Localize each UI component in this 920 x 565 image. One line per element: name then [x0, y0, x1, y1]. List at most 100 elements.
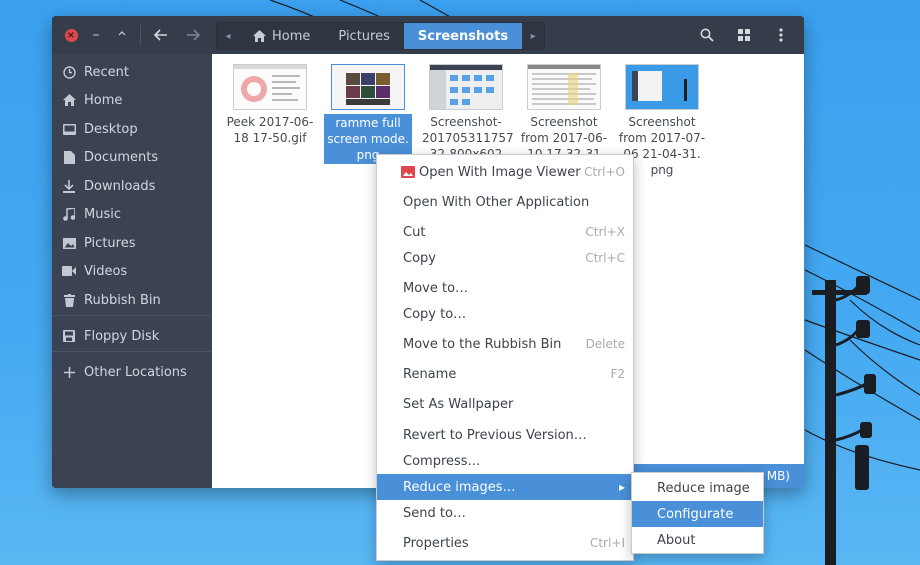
submenu-item-reduce-image[interactable]: Reduce image: [632, 475, 763, 501]
menu-item-open-with-other-application[interactable]: Open With Other Application: [377, 189, 633, 215]
sidebar-item-rubbish-bin[interactable]: Rubbish Bin: [52, 289, 212, 311]
crumb-label: Home: [272, 28, 311, 44]
menu-item-properties[interactable]: Properties Ctrl+I: [377, 530, 633, 556]
file-name-line: 201705311757: [422, 131, 514, 145]
path-scroll-left[interactable]: ◂: [217, 23, 239, 49]
desktop-icon: [62, 122, 76, 136]
file-thumbnail: [331, 64, 405, 110]
menu-item-compress[interactable]: Compress…: [377, 448, 633, 474]
file-name-line: Screenshot: [628, 115, 696, 129]
file-item[interactable]: Screenshot from 2017-06- 10 17-32-31: [520, 64, 608, 162]
crumb-home[interactable]: Home: [239, 23, 324, 49]
file-name-line: 18 17-50.gif: [233, 131, 307, 145]
file-item-selected[interactable]: ramme full screen mode. png: [324, 64, 412, 164]
menu-item-label: Open With Image Viewer: [419, 164, 581, 180]
sidebar-item-label: Videos: [84, 263, 128, 279]
home-icon: [62, 93, 76, 107]
submenu-item-configurate[interactable]: Configurate: [632, 501, 763, 527]
submenu-item-label: Reduce image: [657, 480, 750, 496]
file-thumbnail: [233, 64, 307, 110]
submenu-item-about[interactable]: About: [632, 527, 763, 553]
sidebar-item-other-locations[interactable]: Other Locations: [52, 361, 212, 383]
file-name-line: from 2017-06-: [520, 131, 608, 145]
floppy-icon: [62, 329, 76, 343]
menu-item-label: Reduce images…: [403, 479, 516, 495]
menu-item-reduce-images[interactable]: Reduce images… ▸: [377, 474, 633, 500]
sidebar-item-pictures[interactable]: Pictures: [52, 232, 212, 254]
close-button[interactable]: ×: [60, 24, 82, 46]
file-name-line: from 2017-07-: [618, 131, 706, 145]
trash-icon: [62, 293, 76, 307]
menu-button[interactable]: [770, 24, 792, 46]
menu-item-accel: F2: [610, 367, 625, 381]
sidebar-item-desktop[interactable]: Desktop: [52, 118, 212, 140]
menu-item-rename[interactable]: Rename F2: [377, 361, 633, 387]
sidebar-divider: [52, 351, 212, 352]
music-icon: [62, 207, 76, 221]
menu-item-move-to-rubbish-bin[interactable]: Move to the Rubbish Bin Delete: [377, 331, 633, 357]
maximize-button[interactable]: [111, 24, 133, 46]
sidebar-item-recent[interactable]: Recent: [52, 61, 212, 83]
file-thumbnail: [625, 64, 699, 110]
sidebar-item-floppy-disk[interactable]: Floppy Disk: [52, 325, 212, 347]
file-name-line: Peek 2017-06-: [226, 115, 314, 129]
forward-button[interactable]: [182, 24, 204, 46]
pathbar: ◂ Home Pictures Screenshots ▸: [216, 22, 546, 50]
crumb-screenshots[interactable]: Screenshots: [403, 23, 523, 49]
download-icon: [62, 179, 76, 193]
menu-item-cut[interactable]: Cut Ctrl+X: [377, 219, 633, 245]
path-scroll-right[interactable]: ▸: [522, 23, 544, 49]
file-item[interactable]: Screenshot- 201705311757 32-800x602: [422, 64, 514, 162]
maximize-icon: [118, 31, 126, 36]
image-viewer-icon: [401, 166, 415, 178]
menu-item-label: Copy to…: [403, 306, 467, 322]
menu-item-send-to[interactable]: Send to…: [377, 500, 633, 526]
sidebar-item-downloads[interactable]: Downloads: [52, 175, 212, 197]
menu-item-copy-to[interactable]: Copy to…: [377, 301, 633, 327]
menu-item-move-to[interactable]: Move to…: [377, 275, 633, 301]
search-button[interactable]: [696, 24, 718, 46]
view-grid-button[interactable]: [733, 24, 755, 46]
file-name-line: ramme full: [335, 116, 401, 130]
menu-item-accel: Ctrl+C: [585, 251, 625, 265]
menu-item-label: Send to…: [403, 505, 466, 521]
sidebar-item-home[interactable]: Home: [52, 89, 212, 111]
menu-item-label: Open With Other Application: [403, 194, 590, 210]
sidebar-item-label: Documents: [84, 149, 159, 165]
status-text: MB): [766, 469, 790, 483]
sidebar-item-documents[interactable]: Documents: [52, 146, 212, 168]
sidebar-item-music[interactable]: Music: [52, 203, 212, 225]
crumb-label: Screenshots: [417, 28, 509, 44]
menu-item-label: Copy: [403, 250, 436, 266]
file-name: Peek 2017-06- 18 17-50.gif: [226, 114, 314, 146]
menu-item-label: Cut: [403, 224, 426, 240]
menu-item-revert-to-previous-version[interactable]: Revert to Previous Version…: [377, 422, 633, 448]
sidebar-item-label: Music: [84, 206, 121, 222]
grid-icon: [738, 29, 750, 41]
chevron-right-icon: ▸: [530, 30, 536, 42]
back-button[interactable]: [150, 24, 172, 46]
crumb-pictures[interactable]: Pictures: [324, 23, 403, 49]
clock-icon: [62, 65, 76, 79]
menu-item-open-with-image-viewer[interactable]: Open With Image Viewer Ctrl+O: [377, 159, 633, 185]
sidebar-item-label: Floppy Disk: [84, 328, 160, 344]
search-icon: [700, 28, 714, 42]
file-item[interactable]: Peek 2017-06- 18 17-50.gif: [226, 64, 314, 146]
chevron-left-icon: ◂: [225, 30, 231, 42]
sidebar-item-label: Recent: [84, 64, 129, 80]
sidebar: Recent Home Desktop Documents Downloads …: [52, 54, 212, 488]
menu-item-label: Properties: [403, 535, 469, 551]
kebab-menu-icon: [779, 28, 783, 42]
sidebar-item-label: Downloads: [84, 178, 156, 194]
menu-item-accel: Ctrl+X: [585, 225, 625, 239]
menu-item-copy[interactable]: Copy Ctrl+C: [377, 245, 633, 271]
sidebar-item-label: Pictures: [84, 235, 136, 251]
menu-item-label: Compress…: [403, 453, 481, 469]
sidebar-item-videos[interactable]: Videos: [52, 260, 212, 282]
sidebar-item-label: Desktop: [84, 121, 138, 137]
arrow-right-icon: [187, 29, 200, 41]
submenu-item-label: Configurate: [657, 506, 734, 522]
arrow-left-icon: [154, 29, 167, 41]
minimize-button[interactable]: –: [85, 24, 107, 46]
menu-item-set-as-wallpaper[interactable]: Set As Wallpaper: [377, 391, 633, 417]
